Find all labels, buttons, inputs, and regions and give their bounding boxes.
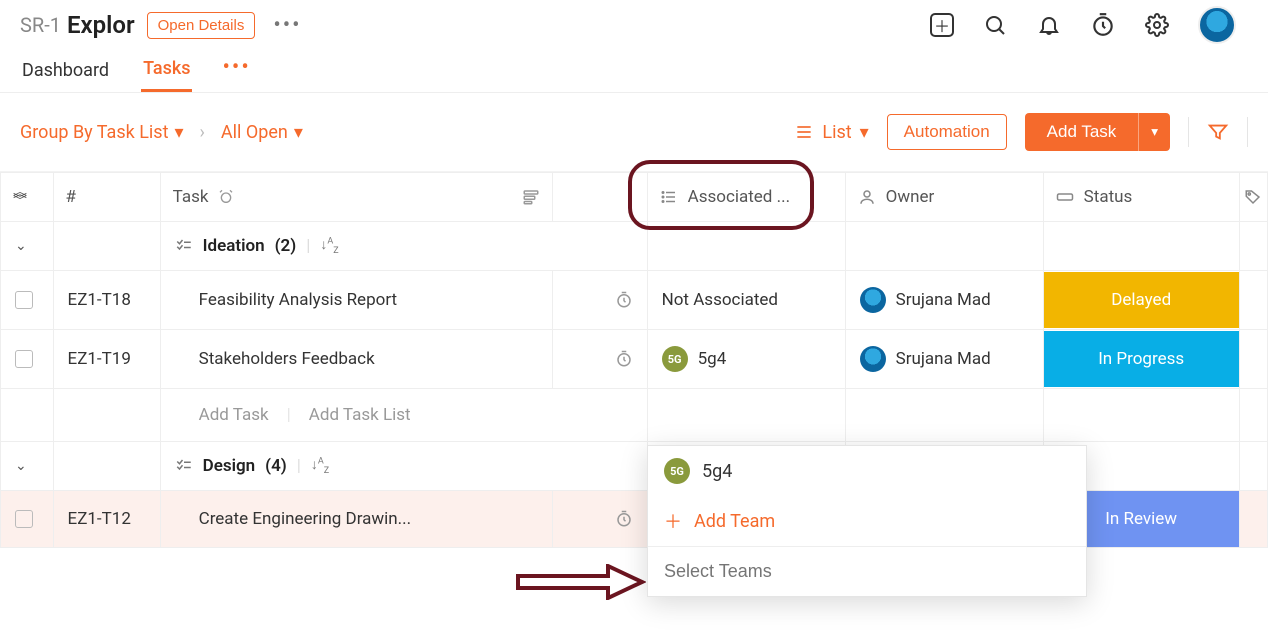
owner-cell[interactable]: Srujana Mad: [846, 271, 1043, 329]
breadcrumb-separator-icon: ›: [200, 122, 205, 143]
collapse-all-icon[interactable]: ︽︾: [13, 189, 27, 205]
scope-dropdown[interactable]: All Open ▾: [221, 122, 303, 143]
task-list-icon: [175, 237, 193, 255]
view-mode-label: List: [822, 122, 851, 143]
bell-icon[interactable]: [1036, 12, 1062, 38]
status-cell[interactable]: In Progress: [1044, 331, 1239, 387]
dropdown-team-item[interactable]: 5G 5g4: [648, 446, 1086, 496]
task-id[interactable]: EZ1-T18: [54, 274, 160, 326]
row-checkbox[interactable]: [15, 291, 33, 309]
dropdown-team-label: 5g4: [702, 461, 732, 482]
chevron-down-icon: ▾: [294, 122, 303, 143]
timer-icon[interactable]: [1090, 12, 1116, 38]
add-icon[interactable]: ＋: [930, 13, 954, 37]
column-header-status[interactable]: Status: [1044, 173, 1239, 221]
owner-name: Srujana Mad: [896, 349, 991, 369]
row-checkbox[interactable]: [15, 350, 33, 368]
divider: [1247, 117, 1248, 147]
task-title[interactable]: Feasibility Analysis Report: [161, 274, 552, 326]
filter-icon[interactable]: [1207, 121, 1229, 143]
group-count: (2): [275, 236, 297, 256]
owner-avatar: [860, 287, 886, 313]
plus-icon: ＋: [664, 508, 682, 534]
group-by-dropdown[interactable]: Group By Task List ▾: [20, 122, 184, 143]
owner-avatar: [860, 346, 886, 372]
group-collapse-toggle[interactable]: ⌄: [15, 458, 27, 474]
task-list-icon: [175, 457, 193, 475]
open-details-button[interactable]: Open Details: [147, 12, 256, 39]
tab-dashboard[interactable]: Dashboard: [20, 50, 111, 91]
dropdown-add-team-label: Add Team: [694, 511, 775, 532]
chevron-down-icon: ▾: [174, 122, 183, 143]
task-title[interactable]: Create Engineering Drawin...: [161, 493, 552, 545]
dropdown-add-team[interactable]: ＋ Add Team: [648, 496, 1086, 546]
add-task-inline[interactable]: Add Task: [199, 405, 269, 425]
task-title[interactable]: Stakeholders Feedback: [161, 333, 552, 385]
list-view-icon: [794, 122, 814, 142]
column-header-owner-label: Owner: [886, 187, 935, 207]
dropdown-search-input[interactable]: [648, 546, 1086, 596]
timer-icon[interactable]: [615, 510, 633, 528]
annotation-arrow: [516, 564, 646, 600]
owner-name: Srujana Mad: [896, 290, 991, 310]
column-header-task[interactable]: Task: [161, 173, 552, 221]
add-task-button[interactable]: Add Task: [1025, 113, 1139, 151]
more-actions-icon[interactable]: •••: [273, 13, 301, 38]
person-icon: [858, 188, 876, 206]
user-avatar[interactable]: [1198, 6, 1236, 44]
view-mode-dropdown[interactable]: List ▾: [794, 122, 868, 143]
scope-label: All Open: [221, 122, 288, 143]
add-task-list-inline[interactable]: Add Task List: [309, 405, 411, 425]
status-cell[interactable]: Delayed: [1044, 272, 1239, 328]
automation-button[interactable]: Automation: [887, 114, 1007, 150]
column-header-status-label: Status: [1084, 187, 1133, 207]
gear-icon[interactable]: [1144, 12, 1170, 38]
column-header-associated[interactable]: Associated ...: [648, 173, 845, 221]
column-header-id[interactable]: #: [54, 173, 160, 221]
column-header-associated-label: Associated ...: [688, 187, 790, 207]
team-chip: 5G: [662, 346, 688, 372]
sort-icon[interactable]: ↓AZ: [320, 236, 338, 256]
associated-teams-dropdown[interactable]: 5G 5g4 ＋ Add Team: [647, 445, 1087, 597]
group-by-label: Group By Task List: [20, 122, 168, 143]
task-id[interactable]: EZ1-T19: [54, 333, 160, 385]
project-title: Explor: [67, 11, 135, 39]
column-header-task-label: Task: [173, 187, 209, 207]
team-chip: 5G: [664, 458, 690, 484]
chevron-down-icon: ▾: [860, 122, 869, 143]
add-task-split-button[interactable]: ▾: [1138, 113, 1170, 151]
associated-cell[interactable]: 5G 5g4: [648, 330, 845, 388]
sort-icon[interactable]: ↓AZ: [311, 456, 329, 476]
alarm-icon: [218, 189, 234, 205]
timer-icon[interactable]: [615, 350, 633, 368]
subtasks-icon[interactable]: [522, 188, 540, 206]
row-checkbox[interactable]: [15, 510, 33, 528]
status-icon: [1056, 190, 1074, 204]
tag-icon[interactable]: [1244, 188, 1262, 206]
group-count: (4): [265, 456, 287, 476]
group-collapse-toggle[interactable]: ⌄: [15, 238, 27, 254]
divider: [1188, 117, 1189, 147]
group-name[interactable]: Ideation: [203, 236, 265, 256]
timer-icon[interactable]: [615, 291, 633, 309]
owner-cell[interactable]: Srujana Mad: [846, 330, 1043, 388]
column-header-owner[interactable]: Owner: [846, 173, 1043, 221]
tab-more-icon[interactable]: •••: [222, 55, 250, 86]
group-name[interactable]: Design: [203, 456, 256, 476]
project-key: SR-1: [20, 13, 61, 37]
list-icon: [660, 188, 678, 206]
task-id[interactable]: EZ1-T12: [54, 493, 160, 545]
tab-tasks[interactable]: Tasks: [141, 48, 192, 92]
search-icon[interactable]: [982, 12, 1008, 38]
associated-cell[interactable]: Not Associated: [648, 274, 845, 326]
associated-label: 5g4: [698, 349, 727, 369]
